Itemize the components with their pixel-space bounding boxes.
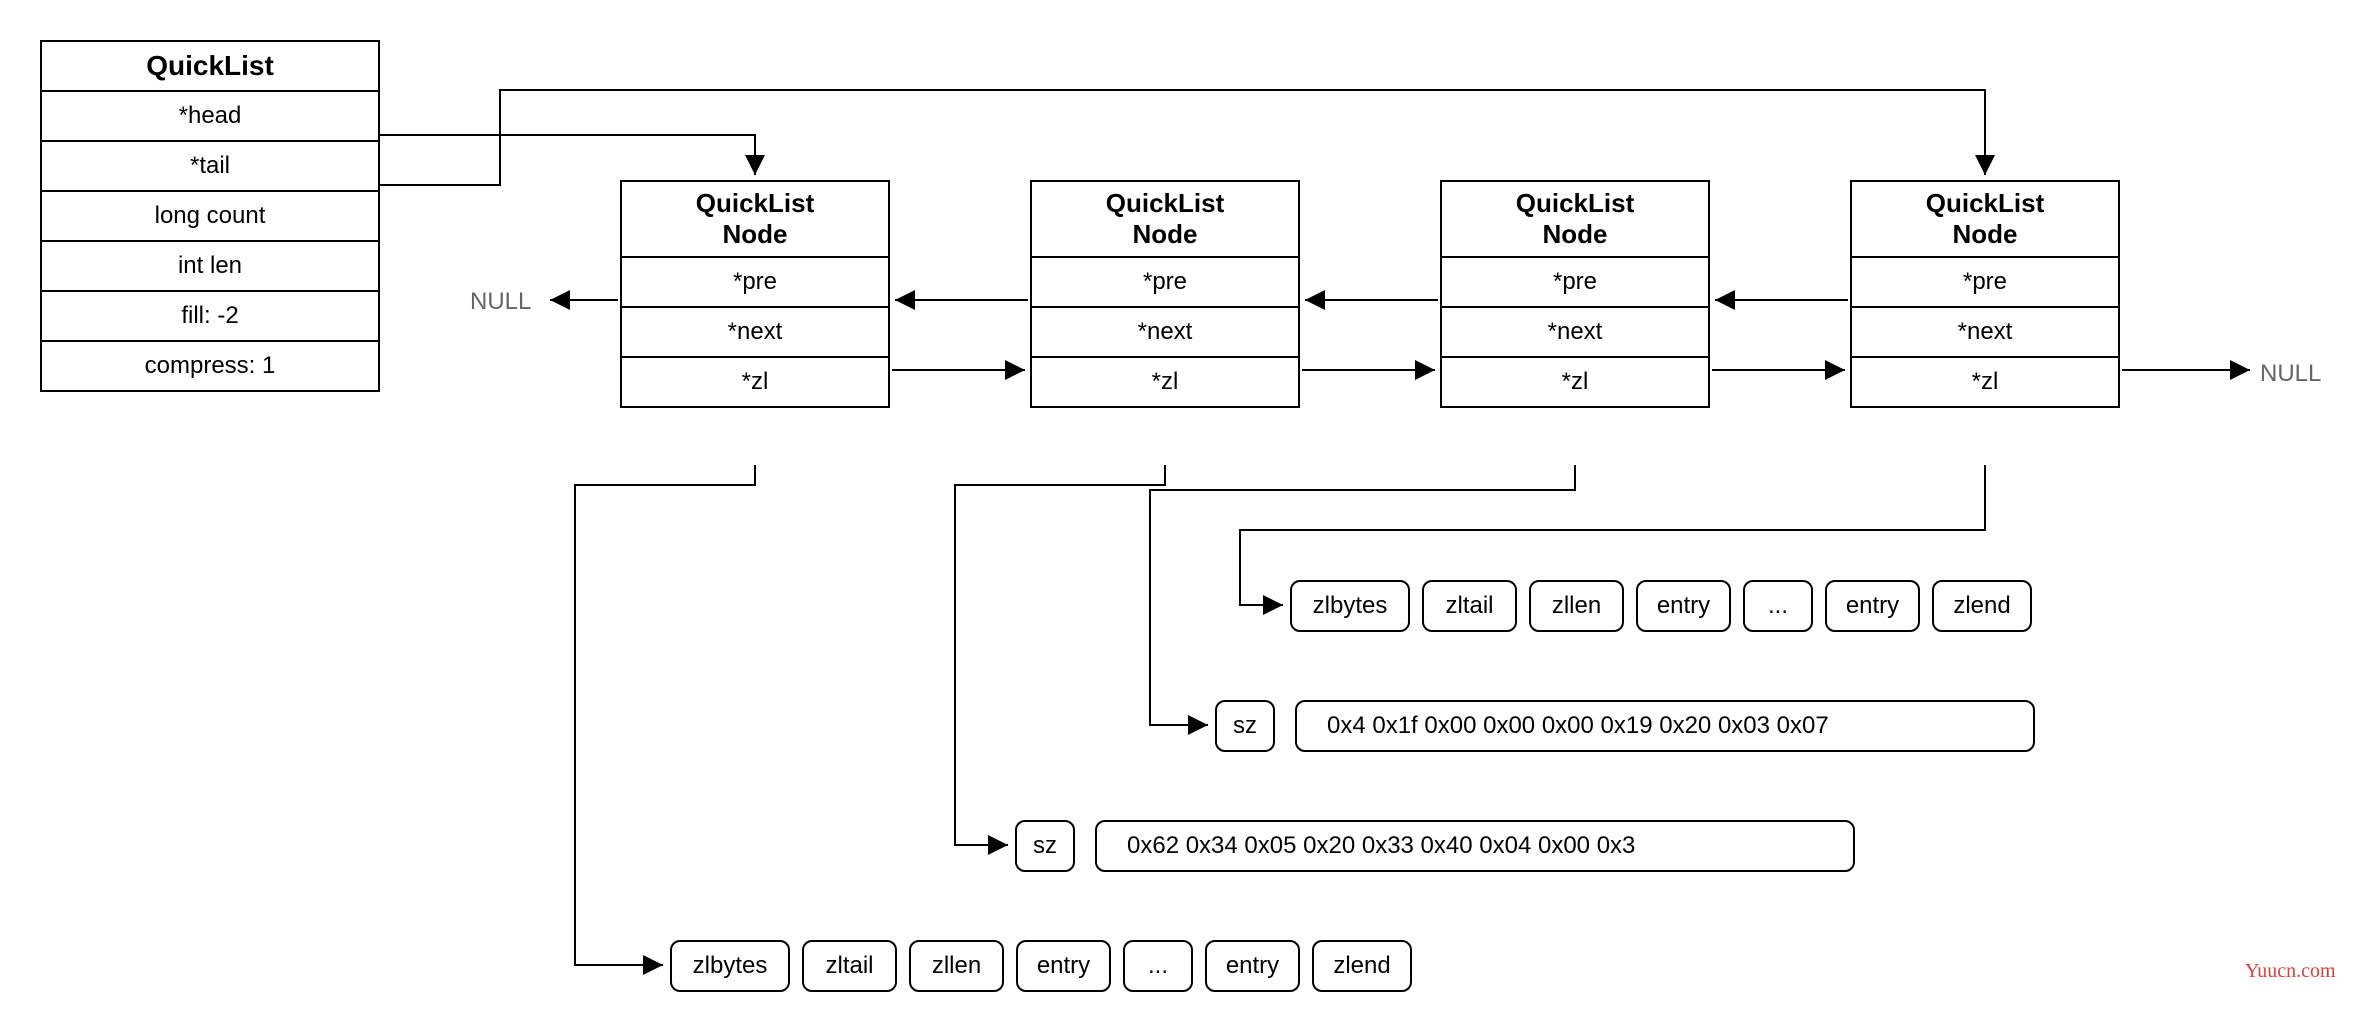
quicklist-row-fill: fill: -2 (42, 292, 378, 342)
quicklist-node-2: QuickList Node *pre *next *zl (1030, 180, 1300, 408)
node-row-pre: *pre (622, 258, 888, 308)
node-row-next: *next (1852, 308, 2118, 358)
node-title: QuickList Node (1032, 182, 1298, 258)
node-row-next: *next (1442, 308, 1708, 358)
watermark: Yuucn.com (2245, 960, 2336, 983)
node-row-pre: *pre (1442, 258, 1708, 308)
quicklist-node-3: QuickList Node *pre *next *zl (1440, 180, 1710, 408)
quicklist-struct: QuickList *head *tail long count int len… (40, 40, 380, 392)
quicklist-node-1: QuickList Node *pre *next *zl (620, 180, 890, 408)
quicklist-row-tail: *tail (42, 142, 378, 192)
node-row-next: *next (622, 308, 888, 358)
node-row-next: *next (1032, 308, 1298, 358)
null-right: NULL (2260, 360, 2321, 388)
ziplist-b-zllen: zllen (909, 940, 1004, 992)
quicklist-title: QuickList (42, 42, 378, 92)
ziplist-b-entry2: entry (1205, 940, 1300, 992)
ziplist-b-entry1: entry (1016, 940, 1111, 992)
node-row-zl: *zl (1852, 358, 2118, 406)
ziplist-a-zlend: zlend (1932, 580, 2032, 632)
ziplist-a-entry2: entry (1825, 580, 1920, 632)
ziplist-a-zlbytes: zlbytes (1290, 580, 1410, 632)
ziplist-b-dots: ... (1123, 940, 1193, 992)
ziplist-a-dots: ... (1743, 580, 1813, 632)
null-left: NULL (470, 288, 531, 316)
node-title: QuickList Node (1852, 182, 2118, 258)
ziplist-b-zlbytes: zlbytes (670, 940, 790, 992)
node-row-zl: *zl (1442, 358, 1708, 406)
node-title: QuickList Node (622, 182, 888, 258)
ziplist-a-zllen: zllen (1529, 580, 1624, 632)
ziplist-a-entry1: entry (1636, 580, 1731, 632)
ziplist-a-zltail: zltail (1422, 580, 1517, 632)
node-title: QuickList Node (1442, 182, 1708, 258)
node-row-pre: *pre (1852, 258, 2118, 308)
quicklist-row-head: *head (42, 92, 378, 142)
node-row-zl: *zl (622, 358, 888, 406)
ziplist-b-zlend: zlend (1312, 940, 1412, 992)
quicklist-row-len: int len (42, 242, 378, 292)
ziplist-b-zltail: zltail (802, 940, 897, 992)
compressed-a-hex: 0x4 0x1f 0x00 0x00 0x00 0x19 0x20 0x03 0… (1295, 700, 2035, 752)
quicklist-row-count: long count (42, 192, 378, 242)
node-row-zl: *zl (1032, 358, 1298, 406)
compressed-a-sz: sz (1215, 700, 1275, 752)
quicklist-node-4: QuickList Node *pre *next *zl (1850, 180, 2120, 408)
node-row-pre: *pre (1032, 258, 1298, 308)
compressed-b-hex: 0x62 0x34 0x05 0x20 0x33 0x40 0x04 0x00 … (1095, 820, 1855, 872)
compressed-b-sz: sz (1015, 820, 1075, 872)
quicklist-row-compress: compress: 1 (42, 342, 378, 390)
